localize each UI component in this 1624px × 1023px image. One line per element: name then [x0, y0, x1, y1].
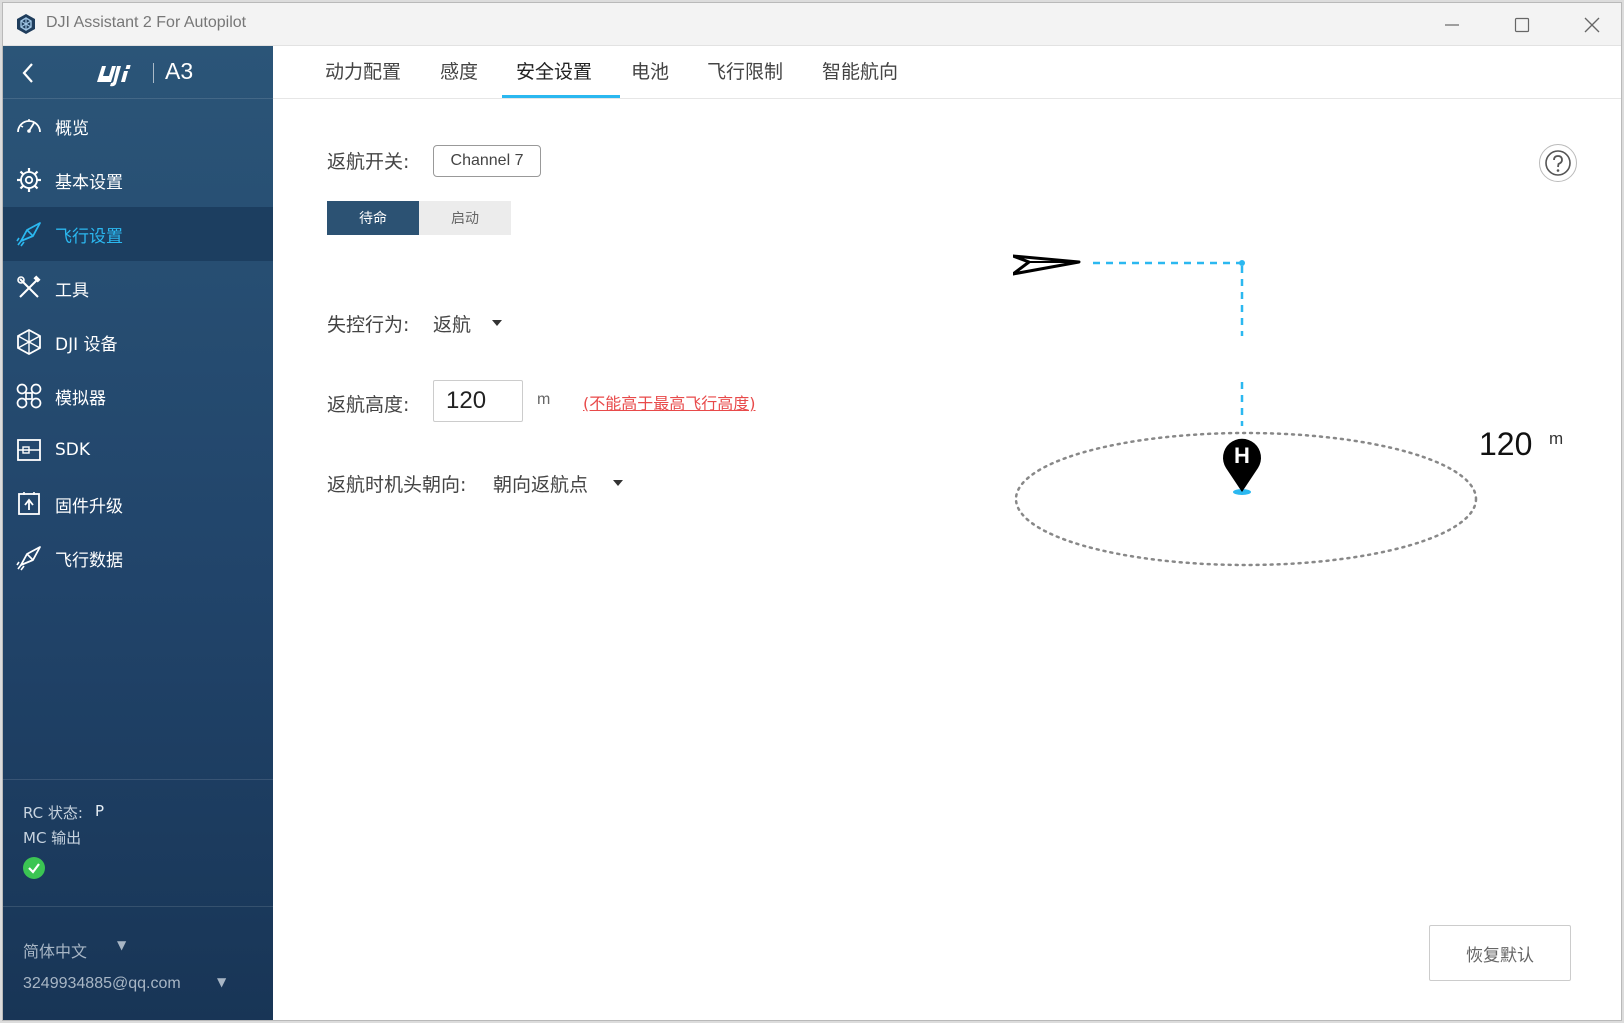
rth-diagram-graphic: H: [1011, 254, 1478, 567]
tab-safety[interactable]: 安全设置: [516, 57, 592, 84]
check-icon: [23, 857, 45, 879]
title-bar: DJI Assistant 2 For Autopilot: [3, 3, 1621, 46]
question-icon: [1545, 150, 1571, 176]
simulator-icon: [15, 382, 43, 410]
sidebar-item-label: 飞行数据: [55, 550, 123, 571]
tab-intelligent-orientation[interactable]: 智能航向: [822, 57, 898, 84]
rth-heading-dropdown[interactable]: 朝向返航点: [493, 470, 588, 497]
diagram-altitude-unit: m: [1549, 429, 1564, 448]
chevron-down-icon[interactable]: ▼: [117, 938, 126, 952]
rth-diagram: H 120 m: [1011, 186, 1563, 576]
app-logo-icon: [17, 14, 35, 34]
home-marker-label: H: [1234, 443, 1250, 468]
chevron-down-icon[interactable]: ▼: [217, 975, 226, 989]
connection-status: RC 状态: P MC 输出: [3, 779, 273, 907]
rth-altitude-label: 返航高度:: [327, 394, 410, 416]
sdk-icon: [15, 436, 43, 464]
language-select[interactable]: 简体中文: [23, 938, 87, 962]
minimize-button[interactable]: [1417, 3, 1487, 46]
tab-bar: 动力配置 感度 安全设置 电池 飞行限制 智能航向: [273, 46, 1621, 99]
rocket-icon: [15, 220, 43, 248]
back-arrow-icon[interactable]: [17, 60, 39, 86]
sidebar-nav: 概览 基本设置 飞行设置 工具 DJI 设备 模拟器 SDK 固件升级 飞行数据: [3, 99, 273, 585]
mc-output-label: MC 输出: [23, 829, 82, 847]
sidebar-item-overview[interactable]: 概览: [3, 99, 273, 153]
reset-default-button[interactable]: 恢复默认: [1429, 925, 1571, 981]
sidebar-item-label: 基本设置: [55, 172, 123, 193]
rc-status-label: RC 状态:: [23, 804, 83, 822]
main-panel: 动力配置 感度 安全设置 电池 飞行限制 智能航向 返航开关: Channel …: [273, 46, 1621, 1020]
aircraft-icon: [1011, 254, 1081, 276]
home-point-icon: H: [1223, 438, 1261, 495]
sidebar-footer: 简体中文 ▼ 3249934885@qq.com ▼: [3, 908, 273, 1020]
maximize-button[interactable]: [1487, 3, 1557, 46]
rth-channel-badge: Channel 7: [433, 145, 541, 177]
help-button[interactable]: [1539, 144, 1577, 182]
sidebar: A3 概览 基本设置 飞行设置 工具 DJI 设备 模拟器 SDK 固件升级 飞…: [3, 46, 273, 1020]
sidebar-item-label: 固件升级: [55, 496, 123, 517]
sidebar-item-flight-settings[interactable]: 飞行设置: [3, 207, 273, 261]
sidebar-item-label: SDK: [55, 440, 91, 460]
firmware-icon: [15, 490, 43, 518]
tab-power[interactable]: 动力配置: [325, 57, 401, 84]
close-icon: [1584, 17, 1600, 32]
sidebar-item-dji-devices[interactable]: DJI 设备: [3, 315, 273, 369]
rth-heading-label: 返航时机头朝向:: [327, 474, 467, 496]
sidebar-item-firmware[interactable]: 固件升级: [3, 477, 273, 531]
minimize-icon: [1445, 23, 1459, 26]
dji-logo-icon: [97, 65, 131, 87]
gauge-icon: [15, 112, 43, 140]
tab-gain[interactable]: 感度: [440, 57, 478, 84]
gear-icon: [15, 166, 43, 194]
sidebar-item-label: 工具: [55, 280, 89, 301]
account-select[interactable]: 3249934885@qq.com: [23, 975, 181, 993]
sidebar-item-basic-settings[interactable]: 基本设置: [3, 153, 273, 207]
close-button[interactable]: [1557, 3, 1621, 46]
rth-altitude-warning: (不能高于最高飞行高度): [583, 394, 756, 413]
sidebar-item-label: 概览: [55, 118, 89, 139]
caret-down-icon[interactable]: [613, 480, 623, 486]
rth-switch-label: 返航开关:: [327, 151, 410, 173]
segment-start[interactable]: 启动: [419, 201, 511, 235]
tab-flight-limits[interactable]: 飞行限制: [707, 57, 783, 84]
app-window: DJI Assistant 2 For Autopilot A3 概览 基本设置…: [2, 2, 1622, 1021]
rth-altitude-unit: m: [537, 391, 551, 408]
sidebar-item-sdk[interactable]: SDK: [3, 423, 273, 477]
failsafe-dropdown[interactable]: 返航: [433, 310, 471, 337]
rth-altitude-input[interactable]: [433, 380, 523, 422]
segment-standby[interactable]: 待命: [327, 201, 419, 235]
sidebar-item-label: 模拟器: [55, 388, 106, 409]
active-tab-indicator: [502, 95, 620, 98]
device-icon: [15, 328, 43, 356]
sidebar-item-simulator[interactable]: 模拟器: [3, 369, 273, 423]
diagram-altitude-value: 120: [1479, 426, 1533, 462]
caret-down-icon[interactable]: [492, 320, 502, 326]
flight-data-icon: [15, 544, 43, 572]
model-name: A3: [165, 58, 194, 84]
sidebar-item-tools[interactable]: 工具: [3, 261, 273, 315]
sidebar-item-flight-data[interactable]: 飞行数据: [3, 531, 273, 585]
sidebar-header: A3: [3, 46, 273, 99]
failsafe-label: 失控行为:: [327, 314, 410, 336]
rc-status-value: P: [95, 802, 105, 820]
logo-separator: [153, 63, 154, 83]
tab-battery[interactable]: 电池: [631, 57, 669, 84]
window-title: DJI Assistant 2 For Autopilot: [46, 14, 247, 31]
tools-icon: [15, 274, 43, 302]
maximize-icon: [1514, 17, 1530, 32]
sidebar-item-label: DJI 设备: [55, 334, 118, 355]
sidebar-item-label: 飞行设置: [55, 226, 123, 247]
